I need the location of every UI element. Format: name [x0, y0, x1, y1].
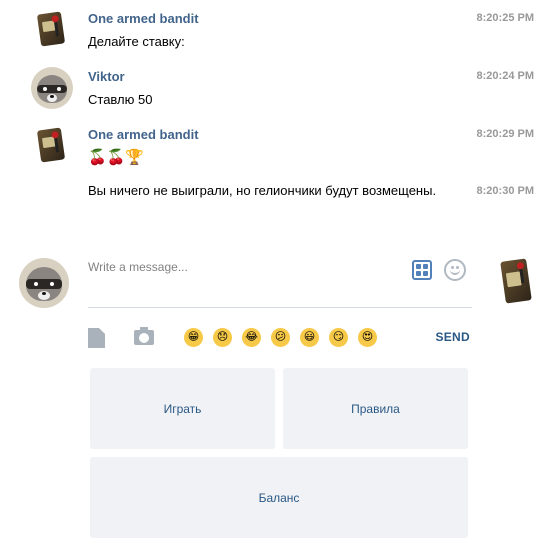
send-button[interactable]: SEND: [435, 330, 470, 344]
bandit-avatar[interactable]: [31, 9, 73, 51]
sender-name[interactable]: One armed bandit: [88, 127, 199, 142]
attach-document-icon[interactable]: [88, 328, 105, 348]
message: One armed bandit 8:20:25 PM Делайте став…: [0, 0, 548, 60]
message-time: 8:20:30 PM: [476, 185, 534, 197]
emoji-confused-icon[interactable]: 😕: [271, 328, 290, 347]
message-input-placeholder[interactable]: Write a message...: [88, 260, 188, 274]
composer-toolbar: 😁 😞 😂 😕 😃 😏 😍 SEND: [88, 322, 472, 352]
bot-keyboard-icon[interactable]: [412, 260, 432, 280]
sender-name[interactable]: One armed bandit: [88, 11, 199, 26]
message-text: Ставлю 50: [88, 92, 153, 107]
balance-button[interactable]: Баланс: [90, 457, 468, 538]
message-text: Вы ничего не выиграли, но гелиончики буд…: [88, 183, 437, 198]
message: Viktor 8:20:24 PM Ставлю 50: [0, 58, 548, 118]
message-time: 8:20:29 PM: [476, 128, 534, 140]
my-avatar[interactable]: [19, 258, 69, 308]
emoji-smirk-icon[interactable]: 😏: [329, 328, 348, 347]
emoji-picker-icon[interactable]: [444, 259, 466, 281]
emoji-grin-icon[interactable]: 😁: [184, 328, 203, 347]
message: 8:20:30 PM Вы ничего не выиграли, но гел…: [0, 176, 548, 206]
emoji-joy-icon[interactable]: 😂: [242, 328, 261, 347]
emoji-heart-eyes-icon[interactable]: 😍: [358, 328, 377, 347]
message-input[interactable]: Write a message...: [88, 250, 472, 308]
emoji-disappointed-icon[interactable]: 😞: [213, 328, 232, 347]
emoji-smiley-icon[interactable]: 😃: [300, 328, 319, 347]
attach-photo-icon[interactable]: [134, 327, 154, 345]
viktor-avatar[interactable]: [31, 67, 73, 109]
play-button[interactable]: Играть: [90, 368, 275, 449]
rules-button[interactable]: Правила: [283, 368, 468, 449]
message-text: Делайте ставку:: [88, 34, 185, 49]
message: One armed bandit 8:20:29 PM 🍒🍒🏆: [0, 116, 548, 176]
bandit-avatar[interactable]: [31, 125, 73, 167]
bandit-avatar[interactable]: [493, 256, 537, 308]
message-time: 8:20:24 PM: [476, 70, 534, 82]
message-text: 🍒🍒🏆: [88, 149, 145, 166]
message-time: 8:20:25 PM: [476, 12, 534, 24]
sender-name[interactable]: Viktor: [88, 69, 125, 84]
